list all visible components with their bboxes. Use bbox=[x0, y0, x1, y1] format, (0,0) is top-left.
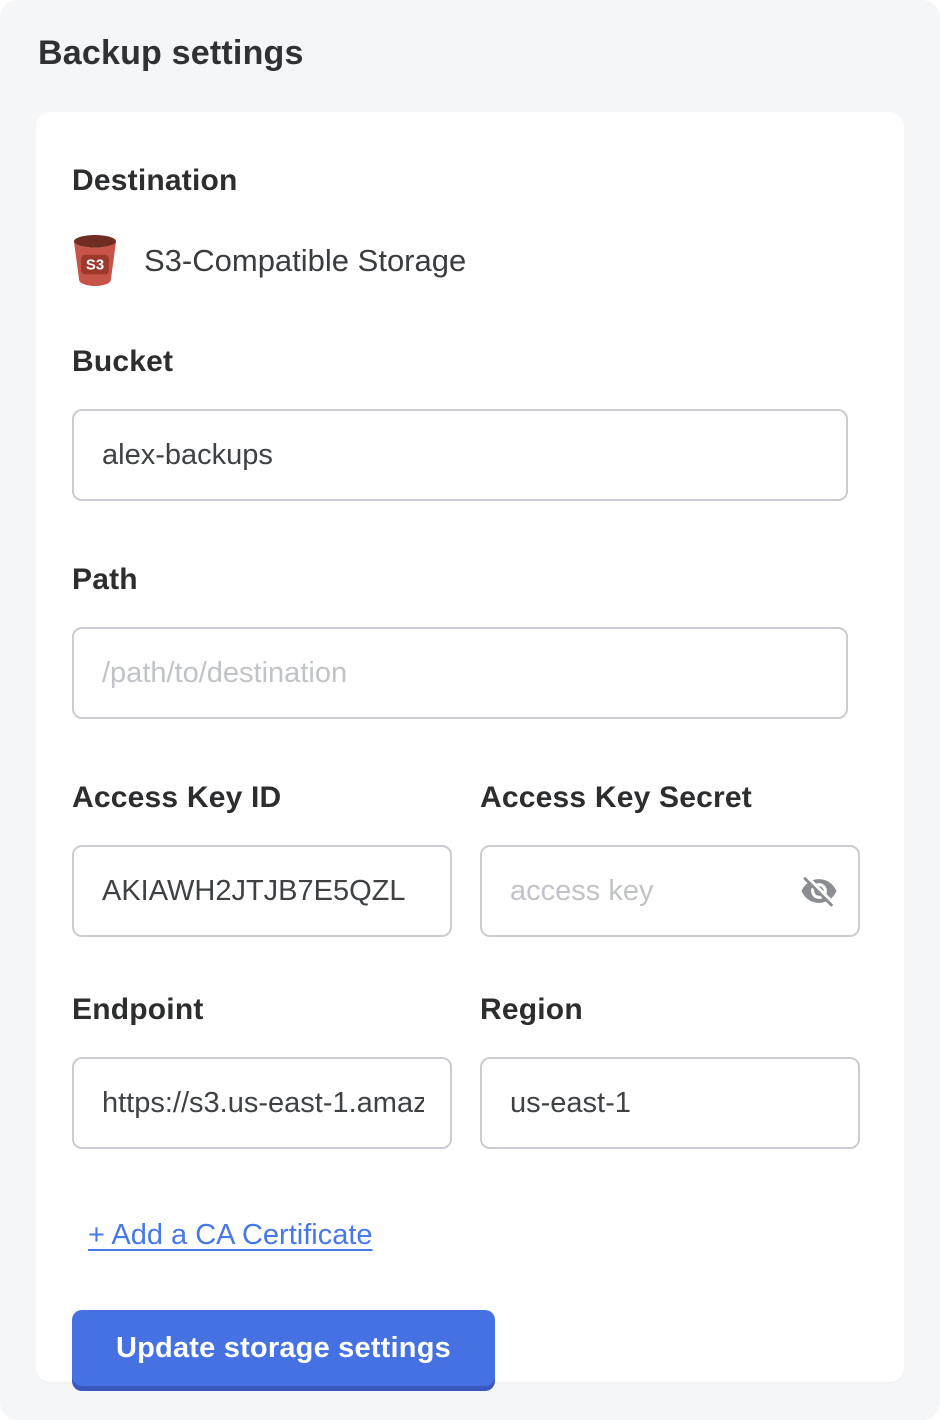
eye-off-icon bbox=[800, 872, 840, 910]
s3-bucket-icon: S3 bbox=[72, 234, 118, 287]
path-label: Path bbox=[72, 563, 868, 597]
endpoint-label: Endpoint bbox=[72, 993, 452, 1027]
destination-value-row: S3 S3-Compatible Storage bbox=[72, 234, 868, 287]
update-storage-settings-button[interactable]: Update storage settings bbox=[72, 1310, 495, 1386]
access-key-id-label: Access Key ID bbox=[72, 781, 452, 815]
destination-value: S3-Compatible Storage bbox=[144, 243, 466, 279]
destination-label: Destination bbox=[72, 164, 868, 198]
region-label: Region bbox=[480, 993, 860, 1027]
endpoint-field: Endpoint bbox=[72, 993, 452, 1205]
backup-settings-card: Destination S3 S3-Compatible Storage Buc… bbox=[36, 112, 904, 1382]
path-input[interactable] bbox=[72, 627, 848, 719]
access-key-secret-label: Access Key Secret bbox=[480, 781, 860, 815]
access-key-row: Access Key ID Access Key Secret bbox=[72, 781, 868, 993]
bucket-label: Bucket bbox=[72, 345, 868, 379]
endpoint-input[interactable] bbox=[72, 1057, 452, 1149]
region-field: Region bbox=[480, 993, 860, 1205]
toggle-secret-visibility-button[interactable] bbox=[800, 871, 840, 911]
access-key-secret-field: Access Key Secret bbox=[480, 781, 860, 993]
access-key-id-input[interactable] bbox=[72, 845, 452, 937]
backup-settings-page: Backup settings Destination S3 S3-Compat… bbox=[0, 0, 940, 1420]
svg-text:S3: S3 bbox=[86, 258, 104, 274]
add-ca-certificate-link[interactable]: + Add a CA Certificate bbox=[88, 1219, 373, 1252]
endpoint-region-row: Endpoint Region bbox=[72, 993, 868, 1205]
access-key-id-field: Access Key ID bbox=[72, 781, 452, 993]
page-title: Backup settings bbox=[0, 0, 940, 73]
access-key-secret-input-wrap bbox=[480, 845, 860, 937]
bucket-input[interactable] bbox=[72, 409, 848, 501]
region-input[interactable] bbox=[480, 1057, 860, 1149]
